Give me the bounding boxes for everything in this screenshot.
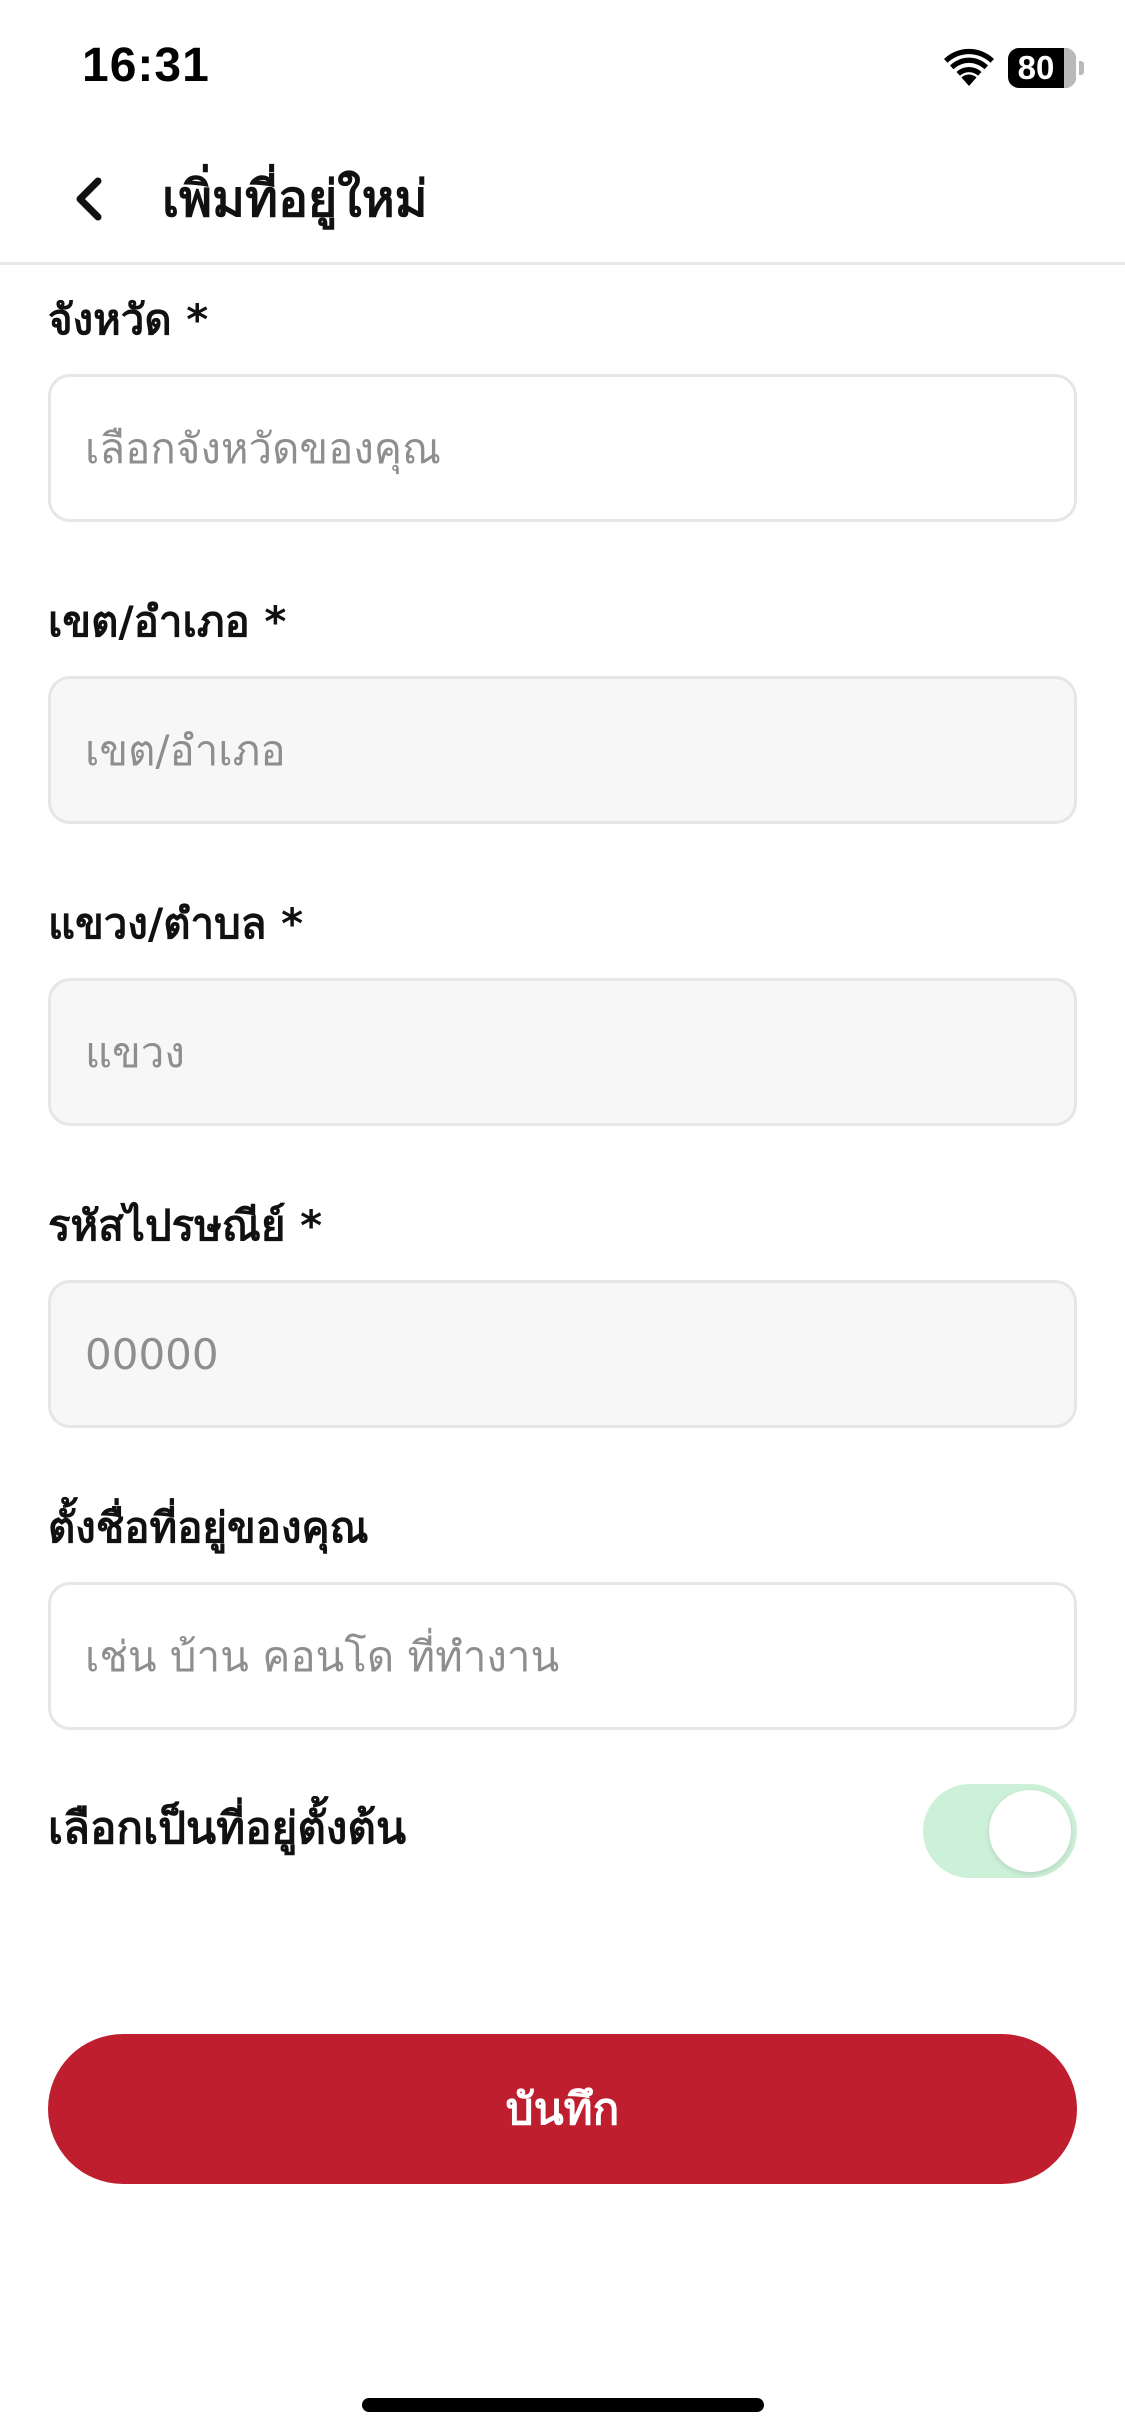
- address-name-input[interactable]: [48, 1582, 1077, 1730]
- province-label: จังหวัด *: [48, 295, 209, 344]
- toggle-knob: [989, 1790, 1071, 1872]
- district-select[interactable]: [48, 676, 1077, 824]
- subdistrict-label: แขวง/ตำบล *: [48, 899, 304, 948]
- wifi-icon: [944, 48, 994, 86]
- default-address-label: เลือกเป็นที่อยู่ตั้งต้น: [48, 1803, 407, 1854]
- battery-empty: [1064, 48, 1076, 88]
- page-title: เพิ่มที่อยู่ใหม่: [162, 170, 428, 228]
- home-indicator: [362, 2398, 764, 2412]
- address-name-label: ตั้งชื่อที่อยู่ของคุณ: [48, 1503, 369, 1552]
- status-time: 16:31: [82, 39, 210, 92]
- add-address-screen: 16:31 80 เพิ่มที่อยู่ใหม่ จังหวัด * เขต/…: [0, 0, 1125, 2436]
- save-button[interactable]: บันทึก: [48, 2034, 1077, 2184]
- status-bar: 16:31 80: [0, 0, 1125, 135]
- battery-cap: [1079, 61, 1084, 75]
- chevron-left-icon[interactable]: [64, 171, 120, 227]
- province-select[interactable]: [48, 374, 1077, 522]
- postal-code-label: รหัสไปรษณีย์ *: [48, 1201, 323, 1250]
- nav-bar: เพิ่มที่อยู่ใหม่: [0, 135, 1125, 265]
- battery-body: 80: [1008, 48, 1076, 88]
- battery-icon: 80: [1008, 48, 1084, 88]
- default-address-toggle[interactable]: [923, 1784, 1077, 1878]
- district-label: เขต/อำเภอ *: [48, 597, 287, 646]
- postal-code-input[interactable]: [48, 1280, 1077, 1428]
- battery-level: 80: [1017, 49, 1055, 86]
- subdistrict-select[interactable]: [48, 978, 1077, 1126]
